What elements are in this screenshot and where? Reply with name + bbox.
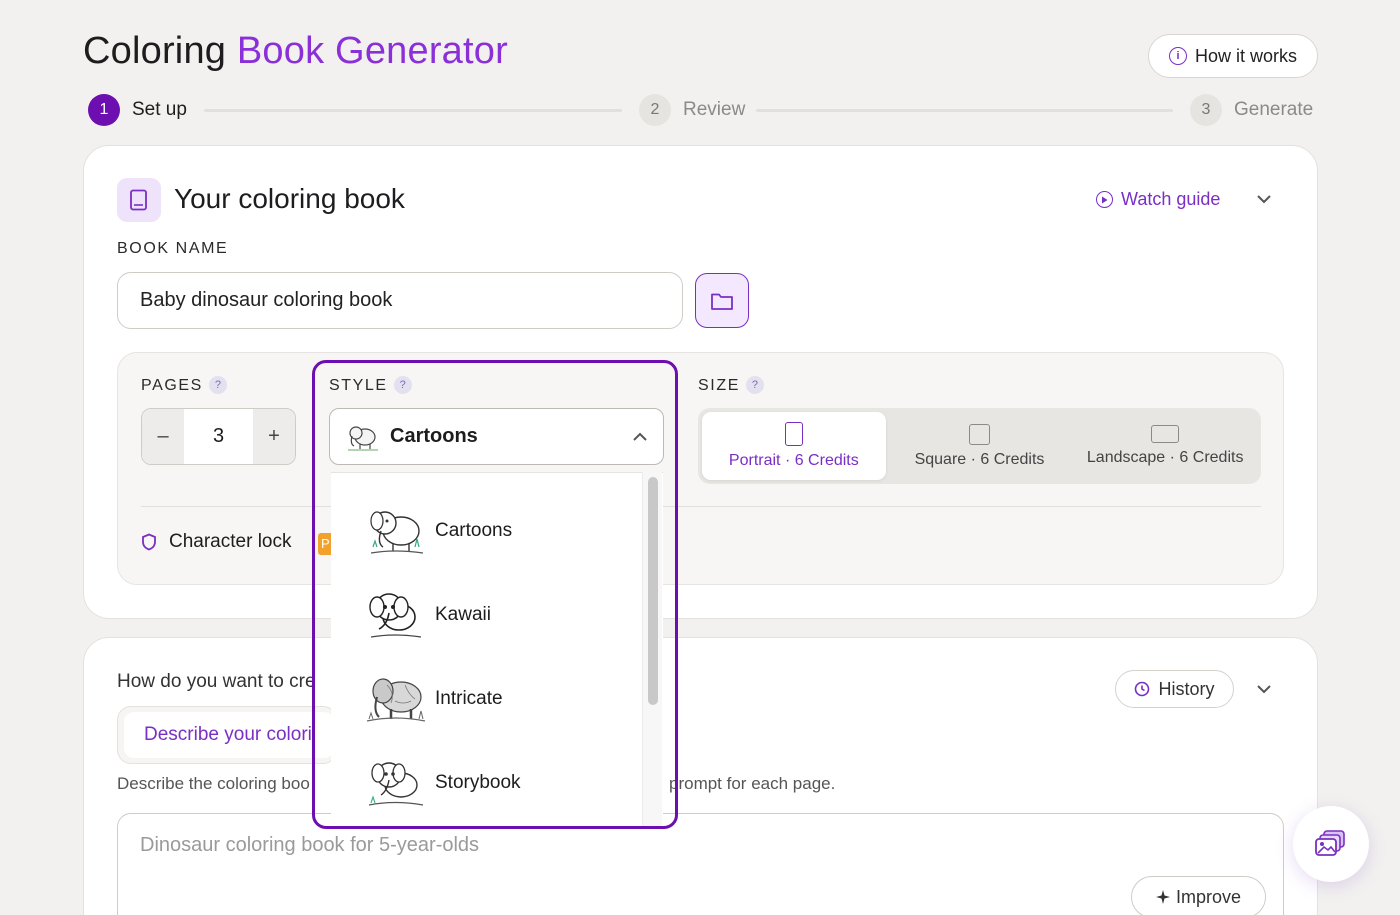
increment-button[interactable]: +: [253, 409, 295, 464]
style-label: STYLE?: [329, 376, 412, 395]
book-icon: [117, 178, 161, 222]
chevron-up-icon: [633, 429, 647, 445]
title-part-1: Coloring: [83, 30, 227, 72]
section-title: Your coloring book: [174, 183, 405, 214]
info-icon: i: [1168, 47, 1187, 65]
prompt-placeholder: Dinosaur coloring book for 5-year-olds: [140, 834, 480, 856]
size-option-square[interactable]: Square · 6 Credits: [888, 412, 1072, 480]
style-option-storybook[interactable]: Storybook: [331, 741, 641, 825]
style-option-label: Cartoons: [435, 520, 513, 541]
improve-label: Improve: [1175, 886, 1242, 907]
size-option-label: Portrait · 6 Credits: [728, 452, 859, 469]
book-name-value: Baby dinosaur coloring book: [140, 289, 393, 311]
kawaii-elephant-icon: [369, 593, 422, 638]
style-option-intricate[interactable]: Intricate: [331, 657, 641, 741]
history-button[interactable]: History: [1115, 670, 1234, 708]
landscape-icon: [1151, 425, 1180, 443]
character-lock-label: Character lock: [169, 531, 292, 552]
size-label-text: SIZE: [698, 377, 740, 394]
prompt-textarea[interactable]: Dinosaur coloring book for 5-year-olds: [117, 813, 1284, 915]
size-option-landscape[interactable]: Landscape · 6 Credits: [1073, 412, 1257, 480]
help-icon[interactable]: ?: [208, 376, 227, 394]
how-it-works-label: How it works: [1194, 45, 1297, 66]
style-option-kawaii[interactable]: Kawaii: [331, 573, 641, 657]
progress-stepper: 1 Set up 2 Review 3 Generate: [88, 94, 1318, 128]
divider: [141, 506, 1261, 507]
style-option-label: Intricate: [435, 688, 503, 709]
create-question: How do you want to cre: [117, 671, 316, 692]
step-3-number: 3: [1190, 94, 1222, 126]
folder-button[interactable]: [695, 273, 749, 328]
step-1-number: 1: [88, 94, 120, 126]
shield-icon: [142, 533, 156, 551]
step-1-label: Set up: [132, 99, 187, 120]
size-label: SIZE?: [698, 376, 764, 395]
style-option-label: Kawaii: [435, 604, 491, 625]
portrait-icon: [784, 422, 803, 446]
collapse-chevron-icon[interactable]: [1256, 680, 1272, 703]
step-3-label: Generate: [1234, 99, 1314, 120]
book-name-input[interactable]: Baby dinosaur coloring book: [117, 272, 683, 329]
square-icon: [969, 423, 990, 445]
images-icon: [1315, 830, 1345, 856]
clock-icon: [1135, 681, 1150, 697]
tab-describe[interactable]: Describe your colori: [124, 712, 334, 758]
cartoon-elephant-icon: [370, 511, 424, 554]
watch-guide-link[interactable]: Watch guide: [1096, 189, 1220, 210]
step-2-number: 2: [639, 94, 671, 126]
prompt-help-text-end: prompt for each page.: [669, 774, 836, 793]
character-lock-toggle[interactable]: Character lock: [141, 531, 292, 553]
pages-label: PAGES?: [141, 376, 227, 395]
size-option-portrait[interactable]: Portrait · 6 Credits: [702, 412, 886, 480]
watch-guide-label: Watch guide: [1121, 189, 1221, 209]
style-option-cartoons[interactable]: Cartoons: [331, 489, 641, 573]
prompt-help-text: Describe the coloring boo: [117, 774, 310, 793]
title-part-2: Book Generator: [236, 30, 508, 72]
decrement-button[interactable]: –: [142, 409, 184, 464]
help-icon[interactable]: ?: [393, 376, 412, 394]
pro-badge: P: [318, 533, 332, 555]
style-dropdown-list: Cartoons Kawaii Intricate Storybook: [331, 472, 663, 828]
play-icon: [1096, 191, 1113, 208]
size-option-label: Landscape · 6 Credits: [1086, 449, 1244, 466]
intricate-elephant-icon: [366, 678, 426, 722]
folder-icon: [711, 293, 733, 310]
size-segmented-control: Portrait · 6 Credits Square · 6 Credits …: [698, 408, 1261, 484]
style-label-text: STYLE: [329, 377, 388, 394]
improve-button[interactable]: Improve: [1131, 876, 1266, 915]
elephant-thumbnail-icon: [348, 425, 378, 450]
gallery-fab-button[interactable]: [1293, 806, 1369, 882]
history-label: History: [1158, 678, 1215, 699]
style-select[interactable]: Cartoons: [329, 408, 664, 465]
pages-stepper: – 3 +: [141, 408, 296, 465]
book-name-label: BOOK NAME: [117, 240, 229, 257]
dropdown-scrollbar-thumb[interactable]: [648, 477, 658, 705]
step-2-label: Review: [683, 99, 746, 120]
page-title: Coloring Book Generator: [83, 30, 508, 73]
collapse-chevron-icon[interactable]: [1256, 190, 1272, 213]
style-option-label: Storybook: [435, 772, 521, 793]
pages-label-text: PAGES: [141, 377, 203, 394]
help-icon[interactable]: ?: [745, 376, 764, 394]
pages-value[interactable]: 3: [184, 409, 253, 464]
step-connector: [204, 109, 622, 112]
tab-describe-label: Describe your colori: [144, 724, 312, 745]
how-it-works-button[interactable]: i How it works: [1148, 34, 1318, 78]
style-selected-value: Cartoons: [390, 425, 478, 447]
sparkle-icon: [1155, 890, 1170, 904]
step-connector: [756, 109, 1173, 112]
size-option-label: Square · 6 Credits: [914, 450, 1045, 468]
storybook-elephant-icon: [368, 762, 424, 806]
